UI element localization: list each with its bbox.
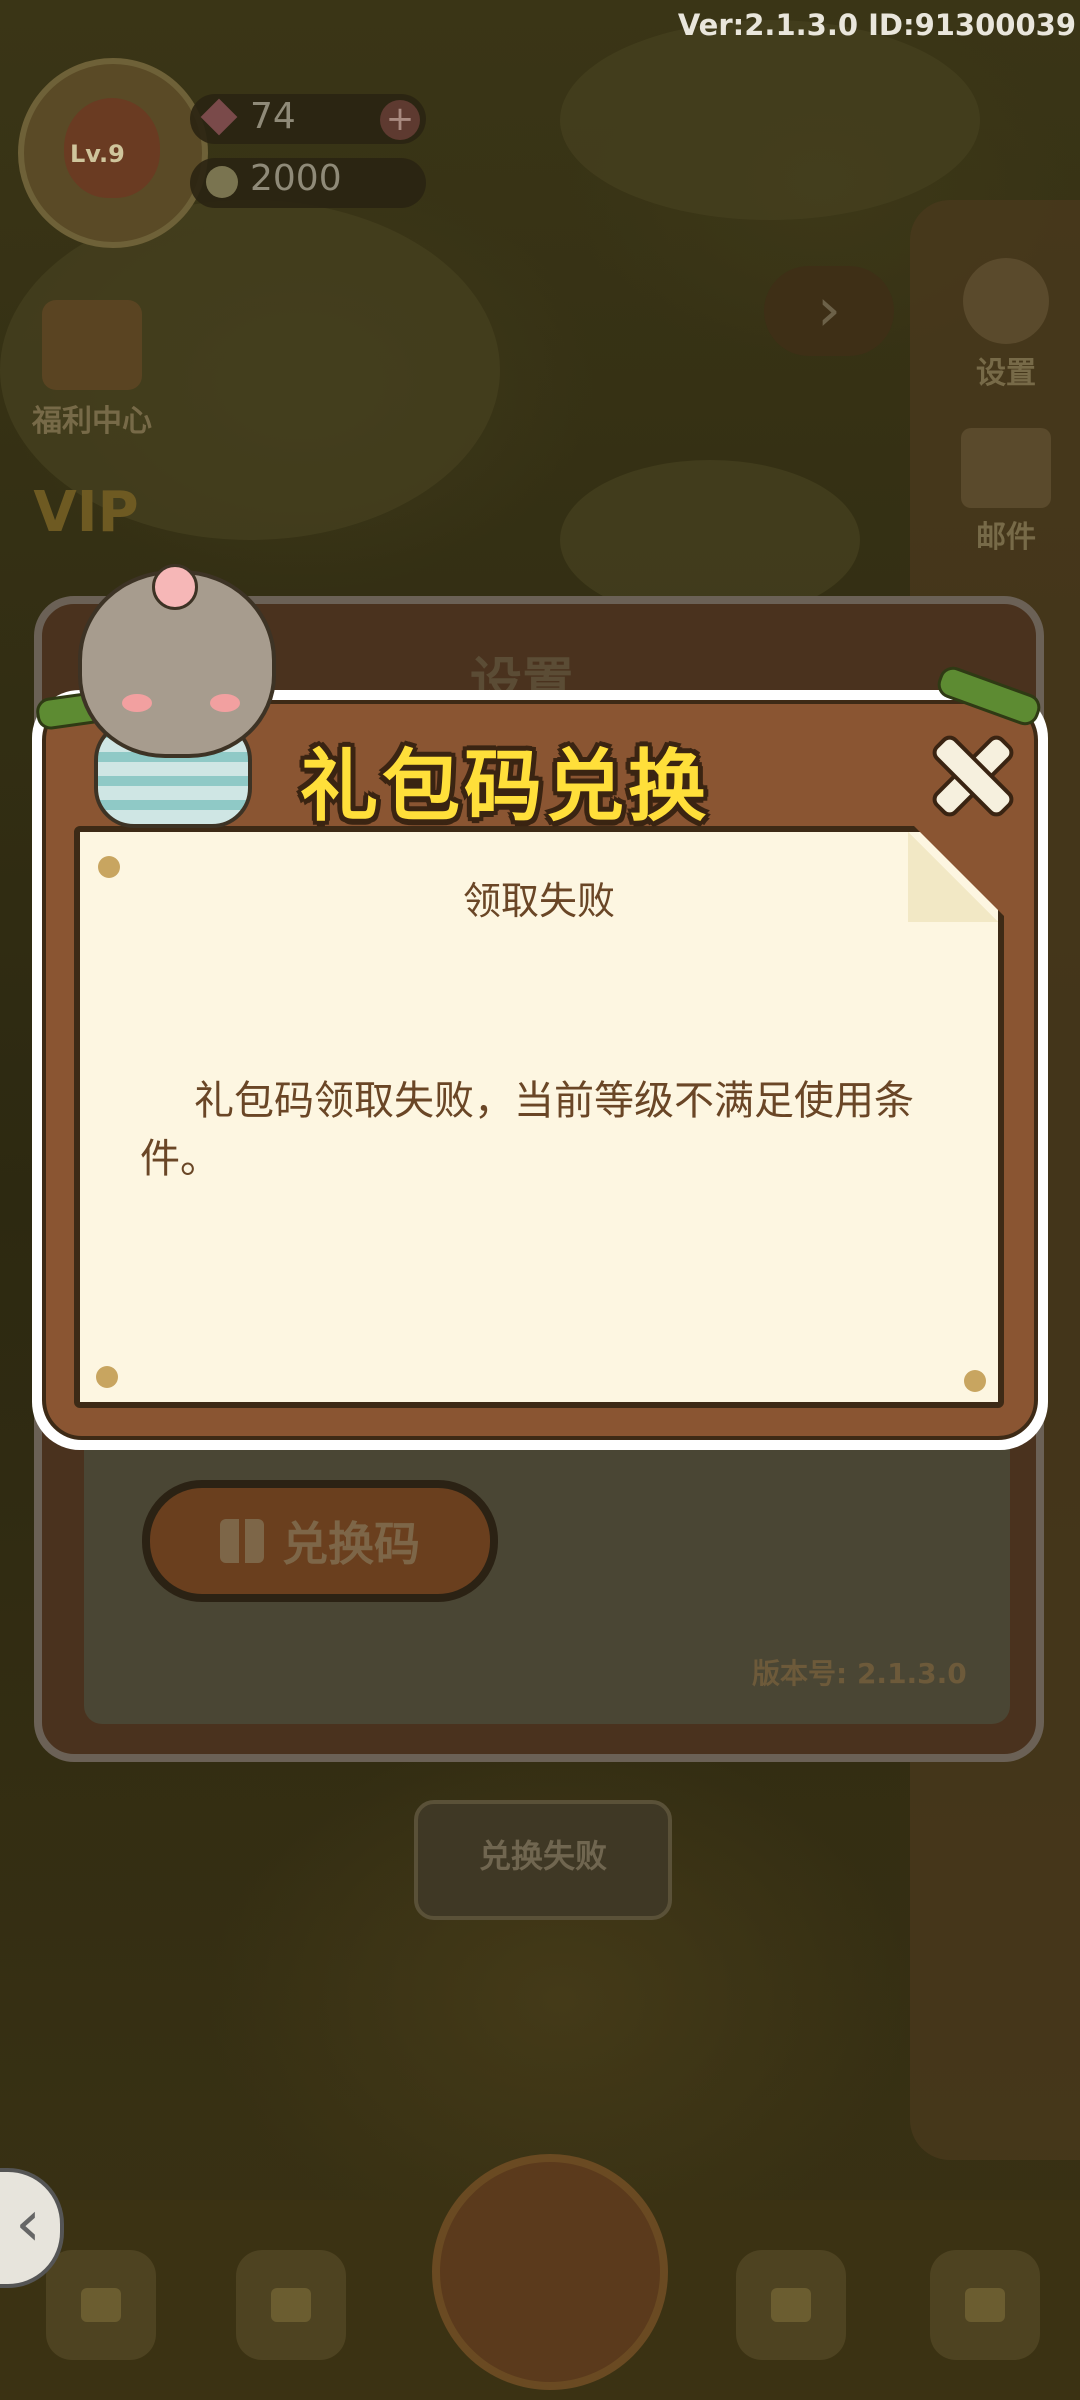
dialog-subtitle: 领取失败 — [462, 879, 615, 923]
gift-box-icon — [42, 300, 142, 390]
settings-label: 设置 — [976, 356, 1036, 391]
settings-button[interactable]: 设置 — [946, 258, 1066, 392]
vip-label: VIP — [33, 480, 139, 545]
welfare-center-label: 福利中心 — [32, 404, 152, 439]
acorn-count: 2000 — [250, 158, 342, 199]
locked-slot-lock-icon[interactable] — [930, 2250, 1040, 2360]
gear-icon — [963, 258, 1049, 344]
version-number-label: 版本号: 2.1.3.0 — [752, 1657, 967, 1690]
close-icon[interactable] — [926, 730, 1010, 814]
mail-icon — [961, 428, 1051, 508]
version-id-text: Ver:2.1.3.0 ID:91300039 — [677, 8, 1076, 42]
expand-arrow-button[interactable]: › — [764, 266, 894, 356]
locked-slot-lock-icon[interactable] — [46, 2250, 156, 2360]
redeem-code-label: 兑换码 — [282, 1517, 420, 1571]
welfare-center-button[interactable]: 福利中心 — [22, 300, 162, 440]
locked-slot-lock-icon[interactable] — [236, 2250, 346, 2360]
pin-icon — [96, 1366, 118, 1388]
redeem-code-button[interactable]: 兑换码 — [142, 1480, 498, 1602]
flower-icon — [152, 564, 198, 610]
tree-decoration — [560, 20, 980, 220]
hippo-mascot — [78, 564, 276, 828]
mascot-head — [78, 564, 276, 758]
acorn-main-button[interactable] — [432, 2154, 668, 2390]
blush-mark — [210, 694, 240, 712]
gift-icon — [220, 1519, 264, 1563]
pin-icon — [964, 1370, 986, 1392]
dialog-message: 礼包码领取失败，当前等级不满足使用条件。 — [140, 1078, 914, 1182]
acorn-icon — [206, 166, 238, 198]
locked-slot-lock-icon[interactable] — [736, 2250, 846, 2360]
player-level: Lv.9 — [70, 140, 125, 168]
mail-label: 邮件 — [976, 520, 1036, 555]
mail-button[interactable]: 邮件 — [946, 428, 1066, 556]
vip-button[interactable]: VIP — [26, 480, 146, 545]
blush-mark — [122, 694, 152, 712]
redeem-failed-toast: 兑换失败 — [414, 1800, 672, 1920]
gem-count: 74 — [250, 96, 296, 137]
dialog-title: 礼包码兑换 — [300, 742, 711, 832]
add-gems-button[interactable]: + — [380, 100, 420, 140]
